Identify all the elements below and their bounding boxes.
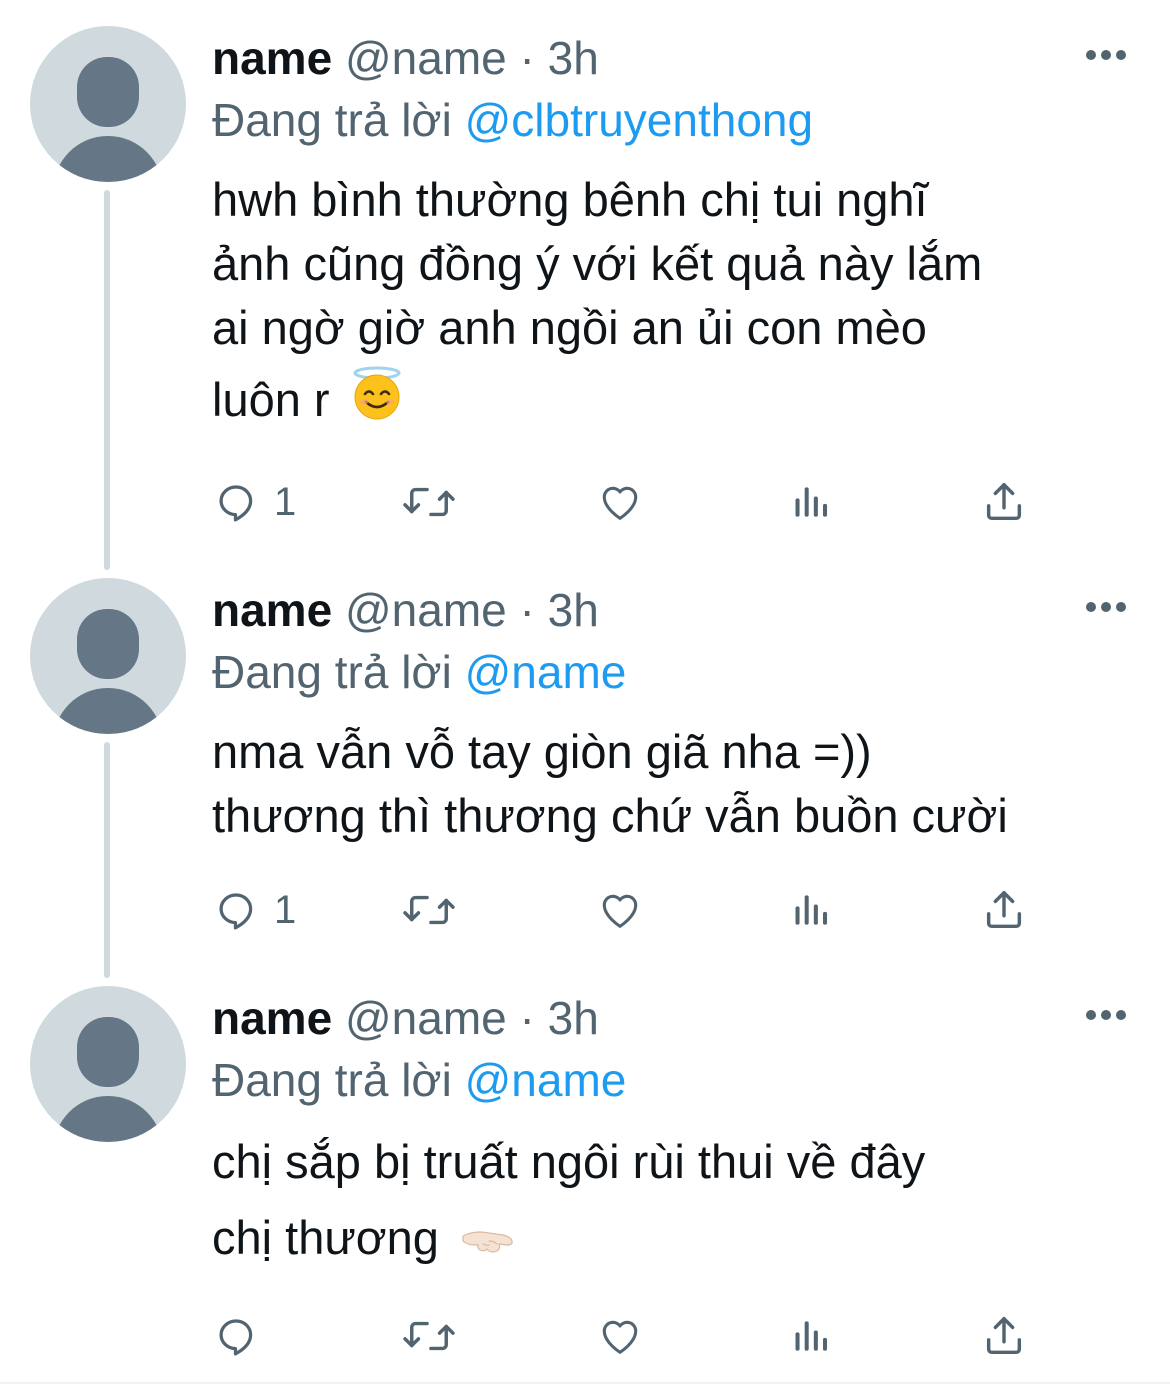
analytics-icon <box>790 1313 834 1359</box>
analytics-icon <box>790 479 834 525</box>
analytics-icon <box>790 887 834 933</box>
avatar[interactable] <box>30 986 186 1142</box>
tweet[interactable]: name @name · 3h Đang trả lời @name nma v… <box>0 552 1170 972</box>
retweet-icon <box>400 887 458 933</box>
display-name[interactable]: name <box>212 32 332 84</box>
tweet[interactable]: name @name · 3h Đang trả lời @clbtruyent… <box>0 0 1170 560</box>
share-icon <box>980 1313 1028 1359</box>
tweet-header: name @name · 3h <box>212 30 599 86</box>
tweet-header: name @name · 3h <box>212 582 599 638</box>
reply-button[interactable]: 1 <box>214 880 296 940</box>
replying-to-label: Đang trả lời <box>212 1054 452 1106</box>
mention-link[interactable]: @name <box>465 646 627 698</box>
like-button[interactable] <box>596 472 644 532</box>
heart-icon <box>596 887 644 933</box>
like-button[interactable] <box>596 880 644 940</box>
retweet-button[interactable] <box>400 472 458 532</box>
retweet-button[interactable] <box>400 1306 458 1366</box>
reply-button[interactable] <box>214 1306 274 1366</box>
pinched-fingers-hand-icon <box>460 1204 516 1280</box>
user-handle[interactable]: @name <box>345 992 507 1044</box>
views-button[interactable] <box>790 880 834 940</box>
heart-icon <box>596 1313 644 1359</box>
tweet-text-line: chị sắp bị truất ngôi rùi thui về đây <box>212 1135 926 1188</box>
smiling-face-with-halo-icon <box>351 364 403 444</box>
tweet-actions <box>0 1306 1170 1366</box>
retweet-icon <box>400 1313 458 1359</box>
tweet-text-line: nma vẫn vỗ tay giòn giã nha =)) <box>212 725 872 778</box>
tweet-text: chị sắp bị truất ngôi rùi thui về đây ch… <box>212 1124 925 1280</box>
user-handle[interactable]: @name <box>345 32 507 84</box>
tweet-text: nma vẫn vỗ tay giòn giã nha =)) thương t… <box>212 720 1008 848</box>
display-name[interactable]: name <box>212 584 332 636</box>
reply-icon <box>214 1313 260 1359</box>
retweet-icon <box>400 479 458 525</box>
reply-count: 1 <box>274 479 297 524</box>
timestamp[interactable]: 3h <box>548 992 599 1044</box>
share-button[interactable] <box>980 1306 1028 1366</box>
tweet-text-line: chị thương <box>212 1211 439 1264</box>
views-button[interactable] <box>790 472 834 532</box>
like-button[interactable] <box>596 1306 644 1366</box>
separator: · <box>519 992 535 1044</box>
tweet[interactable]: name @name · 3h Đang trả lời @name chị s… <box>0 960 1170 1380</box>
mention-link[interactable]: @name <box>465 1054 627 1106</box>
reply-button[interactable]: 1 <box>214 472 296 532</box>
reply-icon <box>214 479 260 525</box>
share-button[interactable] <box>980 880 1028 940</box>
replying-to: Đang trả lời @name <box>212 1052 626 1108</box>
tweet-actions: 1 <box>0 472 1170 532</box>
reply-icon <box>214 887 260 933</box>
display-name[interactable]: name <box>212 992 332 1044</box>
replying-to: Đang trả lời @clbtruyenthong <box>212 92 813 148</box>
timestamp[interactable]: 3h <box>548 32 599 84</box>
share-button[interactable] <box>980 472 1028 532</box>
more-icon[interactable] <box>1086 1010 1126 1022</box>
tweet-header: name @name · 3h <box>212 990 599 1046</box>
separator: · <box>519 584 535 636</box>
retweet-button[interactable] <box>400 880 458 940</box>
tweet-text-line: hwh bình thường bênh chị tui nghĩ <box>212 173 928 226</box>
avatar[interactable] <box>30 26 186 182</box>
replying-to-label: Đang trả lời <box>212 646 452 698</box>
tweet-text: hwh bình thường bênh chị tui nghĩ ảnh cũ… <box>212 168 982 444</box>
heart-icon <box>596 479 644 525</box>
replying-to-label: Đang trả lời <box>212 94 452 146</box>
views-button[interactable] <box>790 1306 834 1366</box>
more-icon[interactable] <box>1086 602 1126 614</box>
tweet-actions: 1 <box>0 880 1170 940</box>
tweet-text-line: thương thì thương chứ vẫn buồn cười <box>212 789 1008 842</box>
separator: · <box>519 32 535 84</box>
divider <box>0 1382 1170 1384</box>
user-handle[interactable]: @name <box>345 584 507 636</box>
tweet-text-line: ảnh cũng đồng ý với kết quả này lắm <box>212 237 983 290</box>
share-icon <box>980 479 1028 525</box>
tweet-text-line: luôn r <box>212 373 330 426</box>
timestamp[interactable]: 3h <box>548 584 599 636</box>
share-icon <box>980 887 1028 933</box>
more-icon[interactable] <box>1086 50 1126 62</box>
replying-to: Đang trả lời @name <box>212 644 626 700</box>
tweet-text-line: ai ngờ giờ anh ngồi an ủi con mèo <box>212 301 927 354</box>
reply-count: 1 <box>274 887 297 932</box>
avatar[interactable] <box>30 578 186 734</box>
mention-link[interactable]: @clbtruyenthong <box>465 94 813 146</box>
